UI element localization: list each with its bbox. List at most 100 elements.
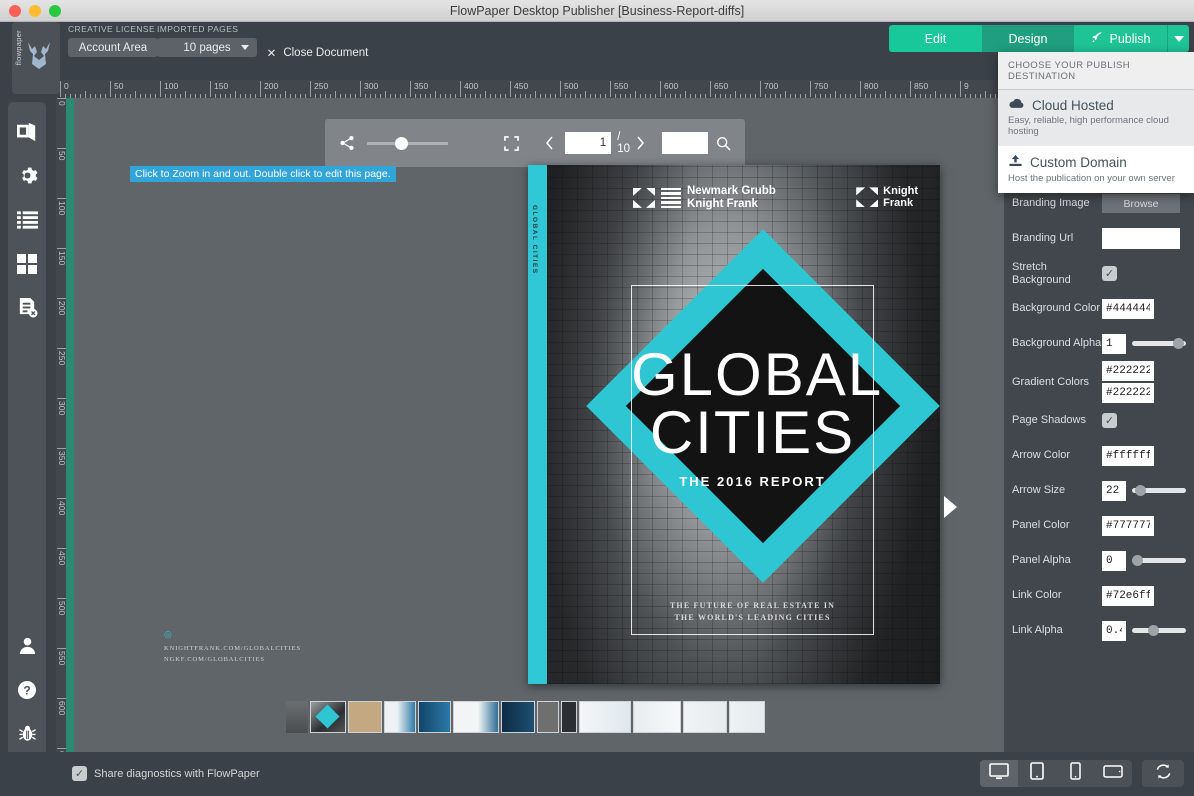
compass-icon: ◎ [164,629,173,639]
share-diagnostics-label: Share diagnostics with FlowPaper [94,767,260,780]
settings-control [1102,445,1194,466]
brand-name-right: Knight Frank [883,185,918,210]
share-diagnostics-checkbox[interactable]: ✓ [72,766,87,781]
ruler-subtick [535,91,536,98]
window-title-bar: FlowPaper Desktop Publisher [Business-Re… [0,0,1194,22]
phone-preview-button[interactable] [1056,760,1094,787]
phone-landscape-preview-button[interactable] [1094,760,1132,787]
tablet-preview-button[interactable] [1018,760,1056,787]
tab-publish[interactable]: Publish [1074,25,1167,52]
settings-label: Link Alpha [1012,624,1063,637]
share-icon[interactable] [339,135,355,151]
settings-number-input[interactable] [1102,550,1126,571]
tab-edit[interactable]: Edit [889,25,982,52]
browse-button[interactable]: Browse [1102,194,1180,213]
document-page-1[interactable]: GLOBAL CITIES Newmark Grubb Knight Frank [528,165,940,684]
settings-color-input[interactable] [1102,383,1154,403]
thumbnail-page-4[interactable] [418,701,451,733]
sidebar-item-remove-page[interactable] [8,288,46,332]
zoom-slider-knob[interactable] [395,136,408,150]
settings-color-input[interactable] [1102,515,1154,536]
settings-label: Gradient Colors [1012,375,1090,388]
settings-checkbox[interactable]: ✓ [1102,413,1117,428]
close-document-button[interactable]: ✕ Close Document [265,43,370,62]
slider-knob[interactable] [1148,625,1160,636]
next-page-button[interactable] [636,136,645,150]
settings-slider[interactable] [1132,338,1186,349]
fullscreen-icon[interactable] [504,135,520,151]
settings-color-input[interactable] [1102,298,1154,319]
thumbnail-page-10[interactable] [633,701,681,733]
bug-icon [18,724,37,748]
publish-option-cloud-hosted[interactable]: Cloud Hosted Easy, reliable, high perfor… [998,90,1194,146]
settings-row: Gradient Colors [1004,361,1194,403]
ruler-subtick [435,91,436,98]
ruler-mark: 0 [64,81,69,91]
ruler-subtick [935,91,936,98]
settings-color-input[interactable] [1102,445,1154,466]
thumbnail-edge-left[interactable] [286,701,308,733]
thumbnail-page-6[interactable] [501,701,535,733]
settings-number-input[interactable] [1102,480,1126,501]
settings-color-input[interactable] [1102,585,1154,606]
viewer-toolbar: / 10 [325,119,745,167]
slider-knob[interactable] [1173,338,1185,349]
settings-slider[interactable] [1132,625,1186,636]
settings-control [1102,333,1194,354]
sidebar-item-grid[interactable] [8,244,46,288]
thumbnail-page-7[interactable] [537,701,559,733]
thumbnail-page-5[interactable] [453,701,499,733]
previous-page-button[interactable] [545,136,554,150]
thumbnail-page-12[interactable] [729,701,765,733]
settings-slider[interactable] [1132,555,1186,566]
thumbnail-page-3[interactable] [384,701,416,733]
refresh-icon [1154,763,1173,785]
settings-text-input[interactable] [1102,228,1180,249]
settings-checkbox[interactable]: ✓ [1102,266,1117,281]
slider-knob[interactable] [1132,555,1143,566]
account-area-button[interactable]: Account Area [68,38,158,57]
settings-color-input[interactable] [1102,361,1154,381]
search-input[interactable] [662,132,708,154]
page-number-input[interactable] [565,132,612,154]
thumbnail-page-2[interactable] [348,701,382,733]
sidebar-item-contents[interactable] [8,200,46,244]
sidebar-item-flipbook[interactable] [8,112,46,156]
search-icon[interactable] [716,136,731,151]
settings-control: Browse [1102,194,1194,213]
thumbnail-page-1[interactable] [310,701,346,733]
sidebar-item-settings[interactable] [8,156,46,200]
ruler-tick [160,81,161,97]
desktop-preview-button[interactable] [980,760,1018,787]
deer-logo-icon [22,38,56,78]
publish-menu-header: CHOOSE YOUR PUBLISH DESTINATION [998,52,1194,90]
logo-knight-frank: Knight Frank [856,185,918,210]
settings-number-input[interactable] [1102,333,1126,354]
document-canvas[interactable]: / 10 Click to Zoom in and out. Double cl… [74,98,1004,770]
ruler-tick [760,81,761,97]
thumbnail-page-11[interactable] [683,701,727,733]
thumbnail-page-9[interactable] [579,701,631,733]
ruler-tick [210,81,211,97]
settings-control [1102,480,1194,501]
tab-design[interactable]: Design [982,25,1074,52]
zoom-slider[interactable] [367,136,449,150]
sidebar-item-help[interactable]: ? [8,670,46,714]
sidebar-item-account[interactable] [8,626,46,670]
publish-option-cloud-title: Cloud Hosted [1032,98,1114,113]
publish-dropdown-toggle[interactable] [1167,25,1189,52]
ruler-mark: 100 [164,81,179,91]
next-page-arrow[interactable] [944,496,957,518]
slider-knob[interactable] [1135,485,1147,496]
share-diagnostics-group[interactable]: ✓ Share diagnostics with FlowPaper [72,766,260,781]
settings-slider[interactable] [1132,485,1186,496]
thumbnail-page-8[interactable] [561,701,577,733]
ruler-subtick [785,91,786,98]
settings-control [1102,620,1194,641]
settings-control: ✓ [1102,266,1194,281]
settings-number-input[interactable] [1102,620,1126,641]
refresh-preview-button[interactable] [1142,760,1184,787]
publish-option-custom-domain[interactable]: Custom Domain Host the publication on yo… [998,146,1194,193]
ruler-tick [810,81,811,97]
ruler-mark: 350 [414,81,429,91]
